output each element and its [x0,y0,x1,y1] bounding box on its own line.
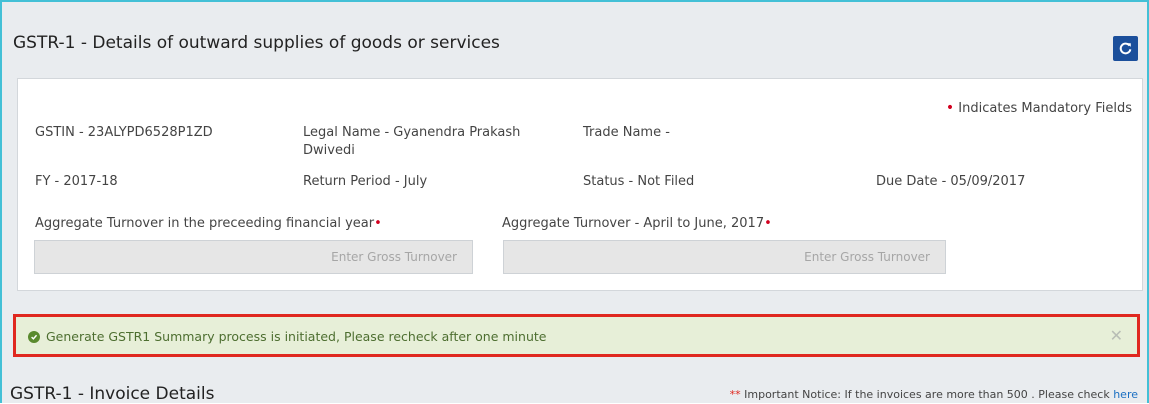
alert-text: Generate GSTR1 Summary process is initia… [46,329,547,344]
required-marker: • [764,216,772,231]
mandatory-fields-note: • Indicates Mandatory Fields [946,100,1132,116]
apr-jun-turnover-text: Aggregate Turnover - April to June, 2017 [502,216,765,231]
prev-turnover-text: Aggregate Turnover in the preceeding fin… [35,216,375,231]
mandatory-note-text: Indicates Mandatory Fields [958,101,1132,116]
close-alert-icon[interactable]: ✕ [1110,328,1123,344]
required-marker: • [374,216,382,231]
prev-turnover-input[interactable]: Enter Gross Turnover [34,240,473,274]
fy-label: FY - 2017-18 [35,174,118,189]
invoice-details-title: GSTR-1 - Invoice Details [10,384,215,404]
gstin-label: GSTIN - 23ALYPD6528P1ZD [35,125,213,140]
required-dot-icon: • [945,100,955,116]
page-title: GSTR-1 - Details of outward supplies of … [13,33,500,53]
taxpayer-details-panel: • Indicates Mandatory Fields GSTIN - 23A… [17,78,1143,291]
legal-name-line2: Dwivedi [303,143,355,158]
gstr1-window: GSTR-1 - Details of outward supplies of … [0,0,1149,404]
check-circle-icon [28,330,40,343]
return-period-label: Return Period - July [303,174,428,189]
alert-message: Generate GSTR1 Summary process is initia… [28,329,546,344]
apr-jun-turnover-label: Aggregate Turnover - April to June, 2017… [502,216,772,231]
trade-name-label: Trade Name - [583,125,670,140]
important-notice: ** Important Notice: If the invoices are… [730,388,1138,401]
notice-here-link[interactable]: here [1113,388,1138,401]
prev-turnover-label: Aggregate Turnover in the preceeding fin… [35,216,382,231]
status-label: Status - Not Filed [583,174,695,189]
notice-stars: ** [729,388,741,401]
due-date-label: Due Date - 05/09/2017 [876,174,1026,189]
refresh-icon [1119,42,1132,55]
notice-text: Important Notice: If the invoices are mo… [740,388,1114,401]
success-alert: Generate GSTR1 Summary process is initia… [13,314,1140,357]
legal-name-line1: Legal Name - Gyanendra Prakash [303,125,521,140]
apr-jun-turnover-input[interactable]: Enter Gross Turnover [503,240,946,274]
refresh-button[interactable] [1113,36,1138,61]
